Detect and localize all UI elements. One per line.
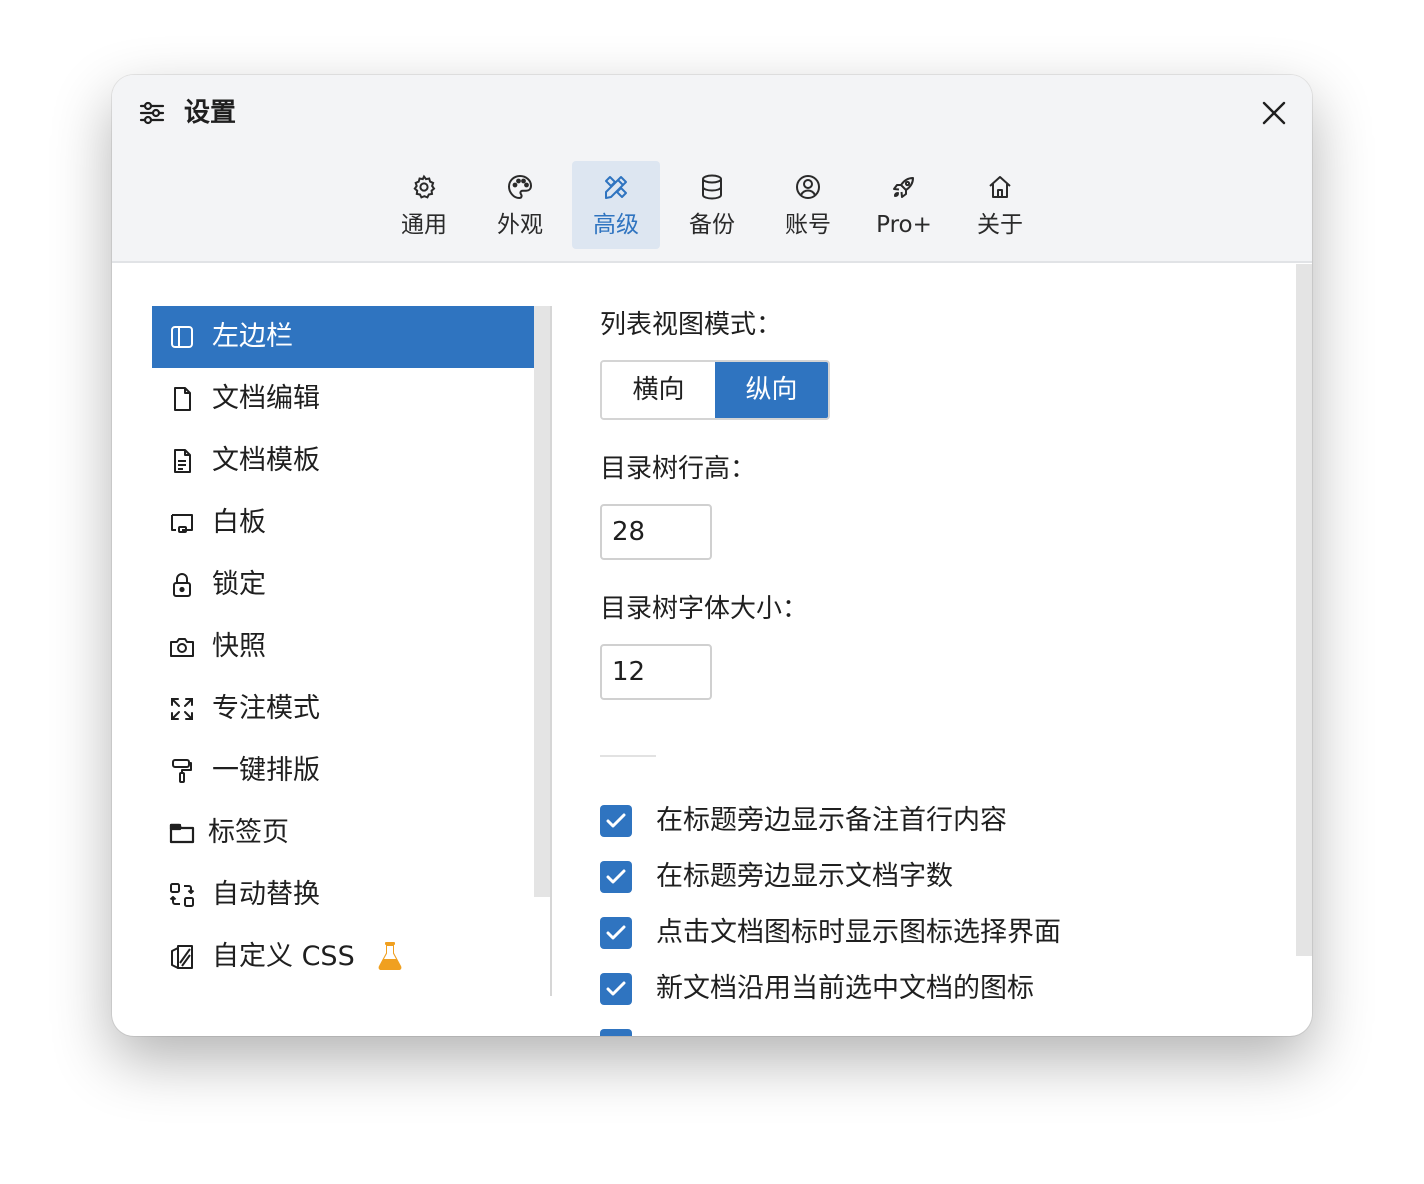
sidebar-item-label: 自动替换 — [212, 879, 320, 910]
file-icon — [174, 387, 191, 411]
sidebar-item-label: 白板 — [212, 507, 266, 538]
whiteboard-icon — [171, 514, 193, 533]
tab-appearance[interactable]: 外观 — [476, 161, 564, 249]
sidebar-divider — [550, 306, 552, 996]
checkbox-label: 在标题旁边显示备注首行内容 — [656, 805, 1007, 836]
checkbox-label: 点击文档图标时显示图标选择界面 — [656, 917, 1061, 948]
check-icon — [606, 813, 626, 828]
tab-pro[interactable]: Pro+ — [860, 161, 948, 249]
checkbox-label: 在标题旁边显示文档字数 — [656, 861, 953, 892]
sidebar-item-lock[interactable]: 锁定 — [152, 554, 534, 616]
sidebar-item-focus-mode[interactable]: 专注模式 — [152, 678, 534, 740]
sidebar-item-label: 一键排版 — [212, 755, 320, 786]
window-title: 设置 — [184, 98, 237, 128]
sliders-icon — [139, 101, 165, 125]
tab-account[interactable]: 账号 — [764, 161, 852, 249]
checkbox-checked[interactable] — [600, 861, 632, 893]
paint-roller-icon — [172, 759, 192, 783]
check-icon — [606, 981, 626, 996]
sidebar-item-tabs[interactable]: 标签页 — [152, 802, 534, 864]
check-icon — [606, 925, 626, 940]
tab-label: 关于 — [977, 212, 1023, 238]
expand-icon — [171, 698, 193, 720]
settings-header: 设置 通用 外观 高级 备份 账号 Pro+ 关于 — [112, 75, 1312, 263]
tab-label: 外观 — [497, 212, 543, 238]
home-icon — [989, 176, 1011, 198]
checkbox-checked[interactable] — [600, 917, 632, 949]
section-divider — [600, 755, 656, 757]
tab-label: Pro+ — [876, 212, 932, 238]
tab-label: 高级 — [593, 212, 639, 238]
sidebar-item-auto-replace[interactable]: 自动替换 — [152, 864, 534, 926]
tab-label: 通用 — [401, 212, 447, 238]
file-text-icon — [174, 449, 191, 473]
sidebar-item-label: 标签页 — [208, 817, 289, 848]
content-scrollbar[interactable] — [1296, 264, 1312, 956]
settings-window: 设置 通用 外观 高级 备份 账号 Pro+ 关于 左边栏 文档编辑 文档模板 … — [112, 75, 1312, 1036]
tree-row-height-label: 目录树行高： — [600, 454, 757, 484]
camera-icon — [170, 638, 194, 657]
sidebar-item-label: 锁定 — [212, 569, 266, 600]
vertical-option[interactable]: 纵向 — [715, 362, 828, 418]
user-circle-icon — [796, 175, 820, 199]
tab-label: 账号 — [785, 212, 831, 238]
sidebar-item-label: 左边栏 — [212, 321, 293, 352]
checkbox-label: 新文档沿用当前选中文档的图标 — [656, 973, 1034, 1004]
tab-backup[interactable]: 备份 — [668, 161, 756, 249]
sidebar-scrollbar[interactable] — [534, 306, 550, 897]
check-icon — [606, 869, 626, 884]
replace-icon — [169, 883, 195, 907]
tree-row-height-input[interactable] — [600, 504, 712, 560]
rocket-icon — [893, 177, 914, 198]
tab-label: 备份 — [689, 212, 735, 238]
horizontal-option[interactable]: 横向 — [602, 362, 715, 418]
tree-font-size-label: 目录树字体大小： — [600, 594, 809, 624]
folder-tab-icon — [169, 823, 195, 844]
checkbox-checked[interactable] — [600, 973, 632, 1005]
sidebar-item-label: 文档编辑 — [212, 383, 320, 414]
flask-icon — [378, 942, 402, 970]
tab-advanced[interactable]: 高级 — [572, 161, 660, 249]
sidebar-item-snapshot[interactable]: 快照 — [152, 616, 534, 678]
tree-font-size-input[interactable] — [600, 644, 712, 700]
checkbox-checked[interactable] — [600, 1029, 632, 1036]
tab-about[interactable]: 关于 — [956, 161, 1044, 249]
lock-icon — [173, 573, 191, 597]
list-view-mode-label: 列表视图模式： — [600, 310, 783, 340]
gear-icon — [413, 174, 436, 199]
close-icon[interactable] — [1258, 97, 1290, 129]
css-icon — [171, 945, 193, 969]
sidebar-icon — [171, 326, 193, 348]
sidebar-item-whiteboard[interactable]: 白板 — [152, 492, 534, 554]
tab-general[interactable]: 通用 — [380, 161, 468, 249]
sidebar-item-doc-edit[interactable]: 文档编辑 — [152, 368, 534, 430]
sidebar-item-auto-format[interactable]: 一键排版 — [152, 740, 534, 802]
list-view-mode-segmented: 横向 纵向 — [600, 360, 830, 420]
checkbox-checked[interactable] — [600, 805, 632, 837]
sidebar-item-left-sidebar[interactable]: 左边栏 — [152, 306, 534, 368]
sidebar-item-label: 自定义 CSS — [212, 941, 355, 972]
sidebar-item-label: 快照 — [212, 631, 266, 662]
sidebar-item-label: 文档模板 — [212, 445, 320, 476]
palette-icon — [507, 174, 533, 200]
sidebar-item-label: 专注模式 — [212, 693, 320, 724]
tools-icon — [605, 176, 627, 199]
database-icon — [702, 174, 722, 200]
sidebar-item-custom-css[interactable]: 自定义 CSS — [152, 926, 534, 988]
sidebar-item-doc-template[interactable]: 文档模板 — [152, 430, 534, 492]
